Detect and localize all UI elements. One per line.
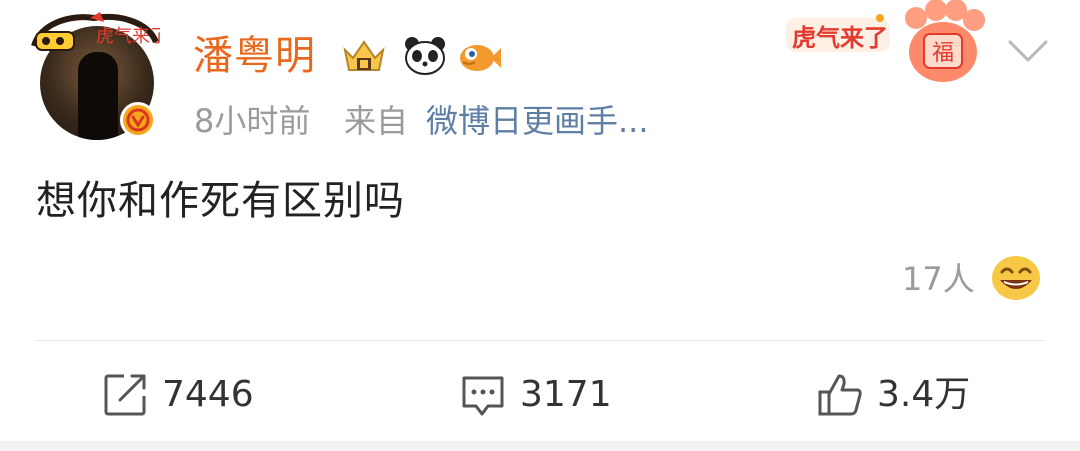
svg-text:虎气来了: 虎气来了	[792, 24, 888, 52]
like-count: 3.4万	[877, 374, 971, 415]
fish-icon	[460, 45, 501, 71]
post-source-link[interactable]: 微博日更画手...	[426, 101, 649, 141]
comment-button[interactable]: 3171	[460, 365, 612, 425]
author-avatar[interactable]: 虎气来了	[30, 12, 160, 142]
svg-text:福: 福	[932, 41, 954, 66]
tiger-year-frame-icon: 虎气来了	[31, 12, 160, 51]
repost-count: 7446	[162, 374, 254, 415]
repost-icon	[104, 374, 146, 416]
verified-v-icon	[120, 102, 156, 138]
lucky-paw-icon[interactable]: 福	[898, 0, 988, 84]
feed-separator	[0, 441, 1080, 451]
post-time: 8小时前	[194, 102, 311, 140]
crown-badge-icon	[343, 40, 385, 71]
chevron-down-icon[interactable]	[1006, 38, 1050, 64]
author-name[interactable]: 潘粤明	[193, 32, 316, 80]
action-bar-divider	[36, 340, 1044, 341]
grin-emoji-icon[interactable]	[990, 254, 1042, 302]
tiger-year-sticker-icon[interactable]: 虎气来了	[784, 12, 894, 56]
like-button[interactable]: 3.4万	[817, 365, 970, 425]
avatar-figure	[78, 52, 118, 140]
svg-text:虎气来了: 虎气来了	[96, 26, 160, 47]
comment-count: 3171	[520, 374, 612, 415]
panda-icon	[405, 37, 445, 75]
repost-button[interactable]: 7446	[102, 365, 254, 425]
source-prefix: 来自	[344, 102, 409, 140]
post-text: 想你和作死有区别吗	[36, 178, 405, 224]
comment-icon	[462, 376, 504, 416]
thumbs-up-icon	[818, 374, 862, 416]
reaction-count[interactable]: 17人	[902, 259, 975, 299]
